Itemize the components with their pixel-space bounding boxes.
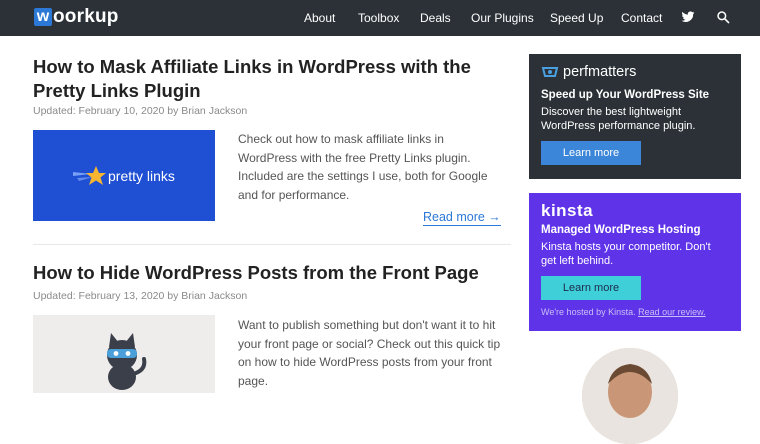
logo-mark: w xyxy=(34,8,52,26)
nav-deals[interactable]: Deals xyxy=(420,0,451,36)
logo-text: oorkup xyxy=(53,6,119,27)
search-icon[interactable] xyxy=(716,10,732,26)
kinsta-ad[interactable]: kinsta Managed WordPress Hosting Kinsta … xyxy=(529,193,741,331)
nav-toolbox[interactable]: Toolbox xyxy=(358,0,399,36)
post-thumbnail[interactable] xyxy=(33,315,215,393)
perfmatters-learn-more-button[interactable]: Learn more xyxy=(541,141,641,165)
thumb-caption: pretty links xyxy=(108,168,175,184)
post-title[interactable]: How to Hide WordPress Posts from the Fro… xyxy=(33,261,503,285)
ninja-cat-icon xyxy=(107,333,147,390)
author-avatar xyxy=(582,348,678,444)
post-meta: Updated: February 13, 2020 by Brian Jack… xyxy=(33,290,248,302)
post-thumbnail[interactable]: pretty links xyxy=(33,130,215,221)
perfmatters-logo-icon xyxy=(541,65,559,86)
kinsta-learn-more-button[interactable]: Learn more xyxy=(541,276,641,300)
nav-speed-up[interactable]: Speed Up xyxy=(550,0,603,36)
nav-our-plugins[interactable]: Our Plugins xyxy=(471,0,534,36)
post-title[interactable]: How to Mask Affiliate Links in WordPress… xyxy=(33,55,503,103)
kinsta-text: Kinsta hosts your competitor. Don't get … xyxy=(541,241,711,267)
site-logo[interactable]: w oorkup xyxy=(34,6,119,28)
perfmatters-headline: Speed up Your WordPress Site xyxy=(541,89,710,101)
post-excerpt: Want to publish something but don't want… xyxy=(238,318,501,388)
nav-contact[interactable]: Contact xyxy=(621,0,662,36)
post-meta: Updated: February 10, 2020 by Brian Jack… xyxy=(33,105,248,117)
perfmatters-ad[interactable]: perfmatters Speed up Your WordPress Site… xyxy=(529,54,741,179)
kinsta-brand: kinsta xyxy=(541,201,594,220)
site-header: w oorkup About Toolbox Deals Our Plugins… xyxy=(0,0,760,36)
post-excerpt: Check out how to mask affiliate links in… xyxy=(238,132,488,202)
kinsta-headline: Managed WordPress Hosting xyxy=(541,224,701,236)
post-divider xyxy=(33,244,511,245)
perfmatters-text: Discover the best lightweight WordPress … xyxy=(541,106,696,132)
kinsta-footer-text: We're hosted by Kinsta. xyxy=(541,307,636,317)
kinsta-review-link[interactable]: Read our review. xyxy=(638,307,706,317)
kinsta-footer: We're hosted by Kinsta. Read our review. xyxy=(541,307,706,317)
author-photo-icon xyxy=(582,348,678,444)
read-more-link[interactable]: Read more → xyxy=(423,210,501,226)
nav-about[interactable]: About xyxy=(304,0,335,36)
twitter-icon[interactable] xyxy=(681,10,697,26)
perfmatters-brand: perfmatters xyxy=(563,64,637,80)
